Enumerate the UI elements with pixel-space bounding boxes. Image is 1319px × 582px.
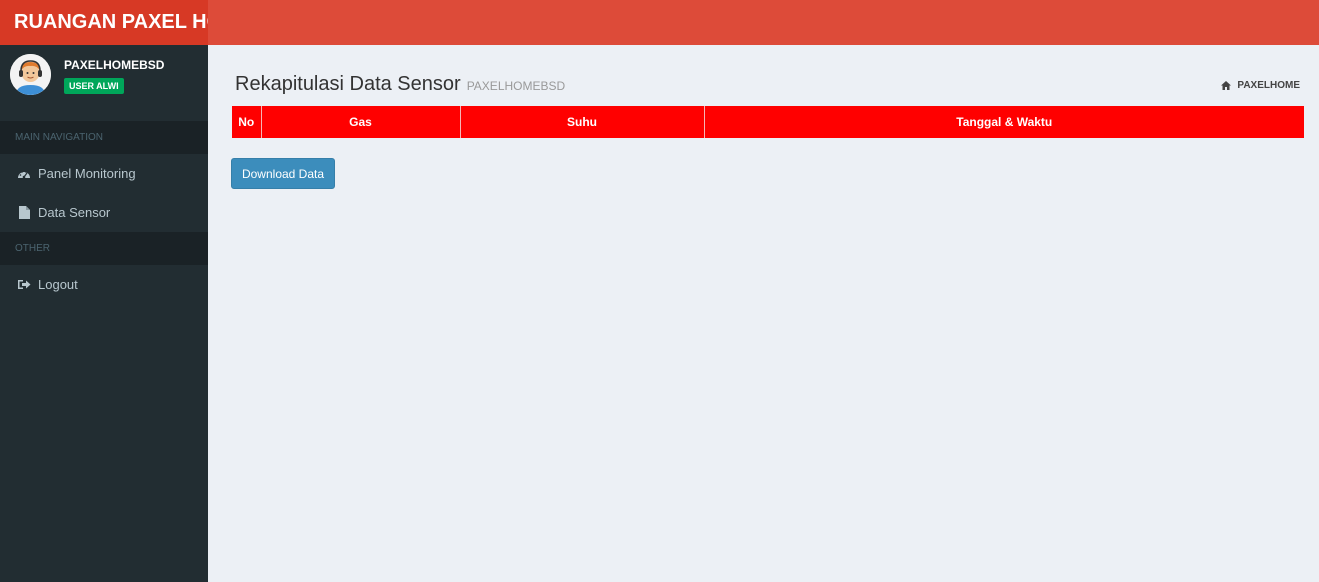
sidebar-item-label: Logout	[38, 277, 78, 292]
top-navbar	[208, 0, 1319, 45]
sidebar: PAXELHOMEBSD USER ALWI MAIN NAVIGATION P…	[0, 45, 208, 582]
breadcrumb[interactable]: PAXELHOME	[1221, 80, 1300, 91]
sidebar-item-panel-monitoring[interactable]: Panel Monitoring	[0, 154, 208, 193]
sidebar-item-label: Data Sensor	[38, 205, 111, 220]
main-content: Rekapitulasi Data Sensor PAXELHOMEBSD PAX…	[208, 45, 1319, 582]
brand-logo[interactable]: RUANGAN PAXEL HOME	[0, 0, 208, 45]
breadcrumb-label: PAXELHOME	[1237, 80, 1300, 91]
user-status-badge: USER ALWI	[64, 78, 124, 94]
page-subtitle: PAXELHOMEBSD	[466, 79, 566, 93]
avatar	[10, 54, 51, 95]
file-icon	[17, 206, 31, 220]
brand-title: RUANGAN PAXEL HOME	[14, 11, 208, 33]
dashboard-icon	[17, 167, 31, 181]
sign-out-icon	[17, 278, 31, 292]
table-header-row: No Gas Suhu Tanggal & Waktu	[232, 106, 1304, 138]
sidebar-item-label: Panel Monitoring	[38, 166, 136, 181]
sidebar-item-logout[interactable]: Logout	[0, 265, 208, 304]
column-header-gas[interactable]: Gas	[261, 106, 461, 138]
home-icon	[1221, 81, 1232, 90]
column-header-tanggal-waktu[interactable]: Tanggal & Waktu	[704, 106, 1304, 138]
user-panel: PAXELHOMEBSD USER ALWI	[0, 45, 208, 121]
page-title-text: Rekapitulasi Data Sensor	[235, 73, 461, 95]
user-name: PAXELHOMEBSD	[64, 58, 165, 72]
sensor-data-table: No Gas Suhu Tanggal & Waktu	[232, 106, 1304, 138]
nav-header-other: OTHER	[0, 232, 208, 265]
column-header-suhu[interactable]: Suhu	[460, 106, 705, 138]
sidebar-item-data-sensor[interactable]: Data Sensor	[0, 193, 208, 232]
column-header-no[interactable]: No	[232, 106, 262, 138]
download-data-button[interactable]: Download Data	[231, 158, 335, 189]
nav-header-main: MAIN NAVIGATION	[0, 121, 208, 154]
page-title: Rekapitulasi Data Sensor PAXELHOMEBSD	[235, 73, 565, 96]
